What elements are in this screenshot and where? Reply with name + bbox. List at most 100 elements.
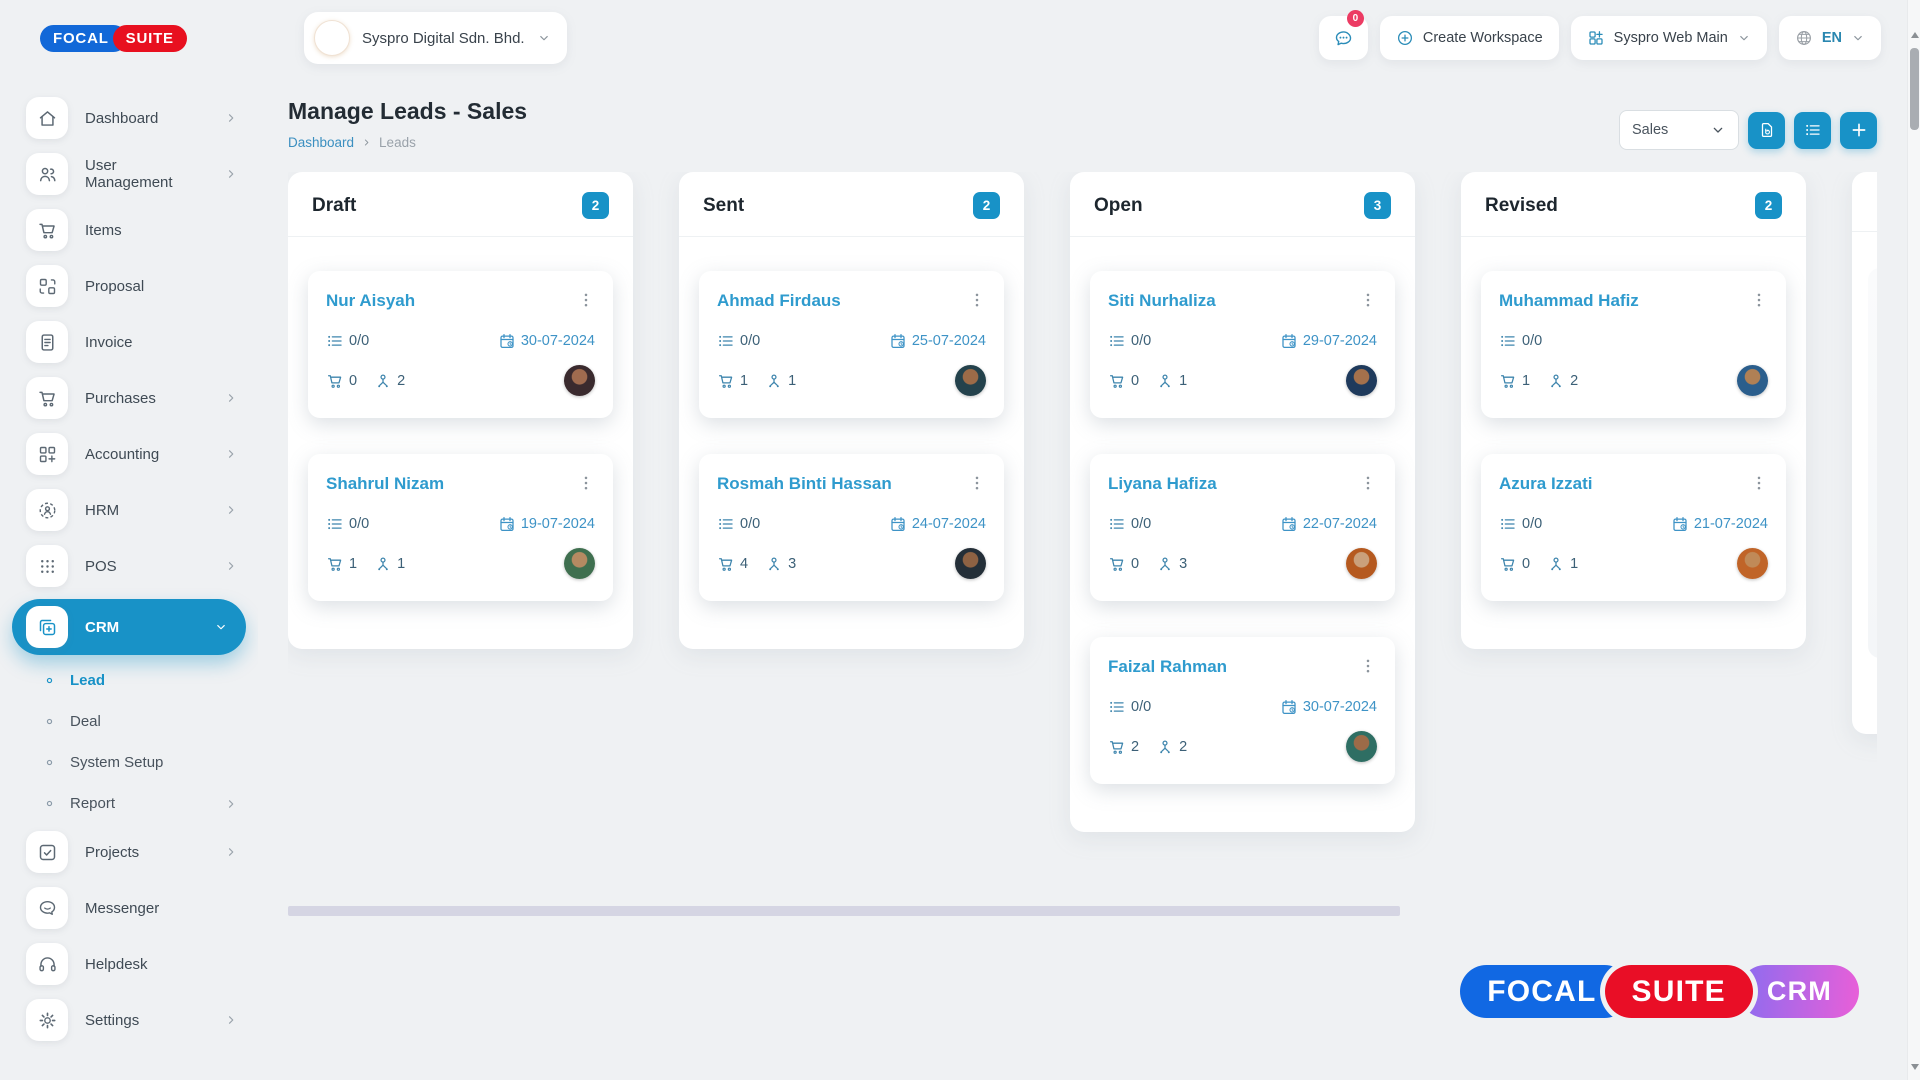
breadcrumb-dashboard-link[interactable]: Dashboard (288, 135, 354, 150)
column-header: D (1852, 172, 1877, 232)
card-menu-button[interactable] (577, 291, 595, 309)
lead-card[interactable]: Rosmah Binti Hassan 0/0 24-07-2024 4 3 (699, 454, 1004, 601)
users-icon (26, 153, 68, 195)
language-selector[interactable]: EN (1779, 16, 1881, 60)
lead-card[interactable]: Siti Nurhaliza 0/0 29-07-2024 0 1 (1090, 271, 1395, 418)
sidebar-item-label: Projects (85, 844, 207, 861)
card-menu-button[interactable] (1359, 474, 1377, 492)
main-content: Manage Leads - Sales Dashboard Leads Sal… (258, 76, 1907, 1080)
plus-circle-icon (1396, 29, 1414, 47)
sidebar-item-messenger[interactable]: Messenger (0, 880, 258, 936)
sidebar-item-proposal[interactable]: Proposal (0, 258, 258, 314)
hrm-icon (26, 489, 68, 531)
due-date: 19-07-2024 (498, 515, 595, 533)
cart-icon (326, 372, 344, 390)
lead-card[interactable]: Muhammad Hafiz 0/0 1 2 (1481, 271, 1786, 418)
kanban-column-revised: Revised 2 Muhammad Hafiz 0/0 (1461, 172, 1806, 649)
sidebar-item-invoice[interactable]: Invoice (0, 314, 258, 370)
chat-button[interactable]: 0 (1319, 16, 1368, 60)
page-vertical-scrollbar[interactable] (1907, 0, 1920, 1080)
horizontal-scrollbar-thumb[interactable] (288, 906, 1400, 916)
topbar-brand-area: FOCAL SUITE (0, 0, 258, 76)
items-stat: 2 (1108, 738, 1139, 756)
lead-name-link[interactable]: Faizal Rahman (1108, 657, 1227, 677)
tasks-stat: 0/0 (1108, 515, 1151, 533)
app-logo[interactable]: FOCAL SUITE (40, 25, 187, 52)
list-view-button[interactable] (1794, 112, 1831, 149)
logo-suite: SUITE (113, 25, 187, 52)
column-title: Open (1094, 195, 1143, 217)
card-owner (1720, 365, 1768, 396)
kanban-column-open: Open 3 Siti Nurhaliza 0/0 29-07-2024 (1070, 172, 1415, 832)
sidebar-item-user-management[interactable]: User Management (0, 146, 258, 202)
lead-name-link[interactable]: Nur Aisyah (326, 291, 415, 311)
chevron-right-icon (224, 503, 238, 517)
sidebar-item-pos[interactable]: POS (0, 538, 258, 594)
sidebar-item-hrm[interactable]: HRM (0, 482, 258, 538)
lead-name-link[interactable]: Siti Nurhaliza (1108, 291, 1216, 311)
card-menu-button[interactable] (1750, 474, 1768, 492)
card-owner (938, 548, 986, 579)
lead-name-link[interactable]: Ahmad Firdaus (717, 291, 841, 311)
kanban-column-sent: Sent 2 Ahmad Firdaus 0/0 25-07-2024 (679, 172, 1024, 649)
sidebar-subitem-label: Report (70, 795, 115, 812)
card-menu-button[interactable] (968, 474, 986, 492)
syspro-logo-icon (1329, 368, 1354, 393)
sidebar-subitem-deal[interactable]: Deal (0, 701, 258, 742)
lead-name-link[interactable]: Liyana Hafiza (1108, 474, 1217, 494)
lead-name-link[interactable]: Shahrul Nizam (326, 474, 444, 494)
page-title: Manage Leads - Sales (288, 98, 527, 125)
lead-name-link[interactable]: Muhammad Hafiz (1499, 291, 1639, 311)
list-icon (1499, 332, 1517, 350)
card-menu-button[interactable] (1359, 657, 1377, 675)
accounting-icon (26, 433, 68, 475)
card-menu-button[interactable] (1359, 291, 1377, 309)
kanban-column-partial: D (1852, 172, 1877, 734)
bullet-icon (44, 798, 55, 809)
sidebar-item-crm[interactable]: CRM (12, 599, 246, 655)
lead-name-link[interactable]: Azura Izzati (1499, 474, 1593, 494)
sidebar-item-accounting[interactable]: Accounting (0, 426, 258, 482)
workspace-grid-icon (1587, 29, 1605, 47)
create-workspace-button[interactable]: Create Workspace (1380, 16, 1559, 60)
scroll-up-arrow-icon[interactable] (1911, 32, 1919, 38)
file-export-icon (1758, 121, 1776, 139)
sidebar-subitem-report[interactable]: Report (0, 783, 258, 824)
pipeline-select[interactable]: Sales (1619, 110, 1739, 150)
list-icon (1108, 698, 1126, 716)
export-button[interactable] (1748, 112, 1785, 149)
due-date: 30-07-2024 (498, 332, 595, 350)
card-menu-button[interactable] (1750, 291, 1768, 309)
pipeline-select-value: Sales (1632, 122, 1668, 138)
add-lead-button[interactable] (1840, 112, 1877, 149)
lead-card[interactable]: Shahrul Nizam 0/0 19-07-2024 1 1 (308, 454, 613, 601)
sidebar-subitem-system-setup[interactable]: System Setup (0, 742, 258, 783)
sidebar-item-purchases[interactable]: Purchases (0, 370, 258, 426)
lead-name-link[interactable]: Rosmah Binti Hassan (717, 474, 892, 494)
sidebar-item-items[interactable]: Items (0, 202, 258, 258)
vertical-scrollbar-thumb[interactable] (1910, 48, 1919, 130)
scroll-down-arrow-icon[interactable] (1911, 1064, 1919, 1070)
sidebar-item-projects[interactable]: Projects (0, 824, 258, 880)
column-cards: Ahmad Firdaus 0/0 25-07-2024 1 1 (679, 237, 1024, 601)
notification-badge: 0 (1347, 10, 1364, 27)
column-cards: Muhammad Hafiz 0/0 1 2 (1461, 237, 1806, 601)
list-icon (717, 332, 735, 350)
lead-card[interactable]: Liyana Hafiza 0/0 22-07-2024 0 3 (1090, 454, 1395, 601)
tasks-stat: 0/0 (1108, 332, 1151, 350)
lead-card[interactable]: Faizal Rahman 0/0 30-07-2024 2 2 (1090, 637, 1395, 784)
sidebar-item-helpdesk[interactable]: Helpdesk (0, 936, 258, 992)
sidebar-item-label: Messenger (85, 900, 238, 917)
workspace-selector[interactable]: Syspro Web Main (1571, 16, 1767, 60)
cart-icon (1499, 555, 1517, 573)
lead-card[interactable]: Ahmad Firdaus 0/0 25-07-2024 1 1 (699, 271, 1004, 418)
lead-card[interactable]: Azura Izzati 0/0 21-07-2024 0 1 (1481, 454, 1786, 601)
card-menu-button[interactable] (577, 474, 595, 492)
card-menu-button[interactable] (968, 291, 986, 309)
sidebar-subitem-lead[interactable]: Lead (0, 660, 258, 701)
company-selector[interactable]: Syspro Digital Sdn. Bhd. (304, 12, 567, 64)
company-logo-icon (314, 20, 350, 56)
sidebar-item-settings[interactable]: Settings (0, 992, 258, 1048)
lead-card[interactable]: Nur Aisyah 0/0 30-07-2024 0 2 (308, 271, 613, 418)
sidebar-item-dashboard[interactable]: Dashboard (0, 90, 258, 146)
